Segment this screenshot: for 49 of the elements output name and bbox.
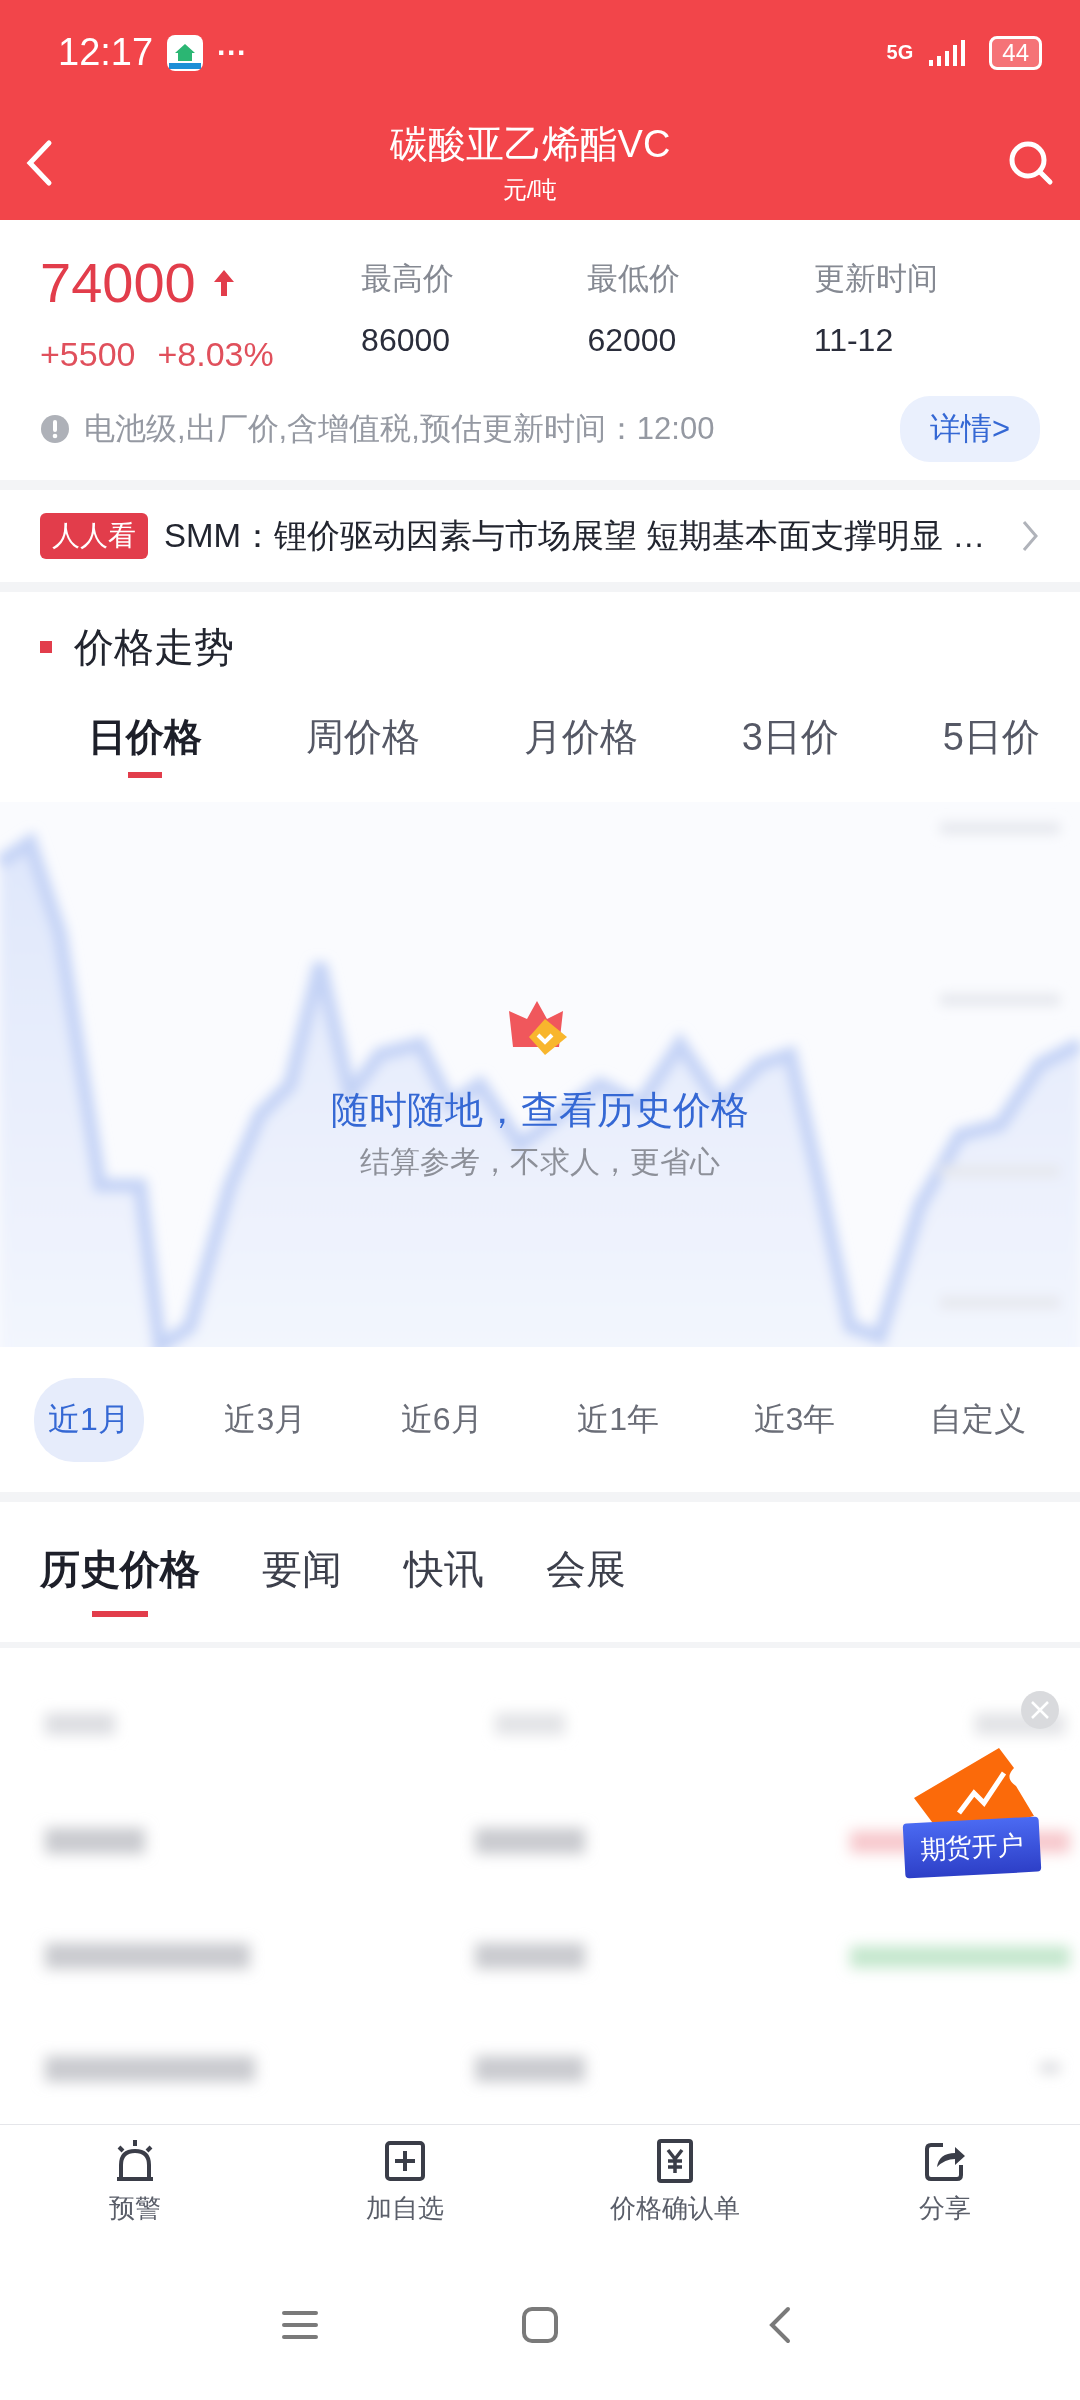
- details-button[interactable]: 详情>: [899, 396, 1040, 462]
- range-chip[interactable]: 近6月: [386, 1377, 497, 1462]
- section-title: 价格走势: [74, 623, 234, 671]
- current-price: 74000: [40, 250, 196, 315]
- section-marker: [40, 641, 52, 653]
- range-chip[interactable]: 自定义: [915, 1377, 1040, 1462]
- futures-account-ad[interactable]: 期货开户: [902, 1816, 1042, 1879]
- more-indicator: ···: [217, 35, 248, 70]
- content-tab[interactable]: 快讯: [404, 1527, 484, 1617]
- back-icon[interactable]: [24, 137, 54, 188]
- battery-indicator: 44: [989, 35, 1042, 70]
- home-icon[interactable]: [520, 2305, 560, 2345]
- content-tab[interactable]: 要闻: [262, 1527, 342, 1617]
- news-headline[interactable]: SMM：锂价驱动因素与市场展望 短期基本面支撑明显 …: [164, 513, 1004, 559]
- status-time: 12:17: [58, 31, 154, 74]
- price-change: +5500: [40, 335, 136, 374]
- news-tag: 人人看: [40, 513, 148, 559]
- range-chip[interactable]: 近3年: [739, 1377, 850, 1462]
- nav-item[interactable]: 预警: [20, 2125, 250, 2250]
- percent-change: +8.03%: [157, 335, 274, 374]
- stat-label: 更新时间: [813, 260, 939, 298]
- nav-item[interactable]: 价格确认单: [560, 2125, 790, 2250]
- info-icon: [40, 414, 70, 444]
- unit-label: 元/吨: [502, 175, 558, 205]
- period-tab[interactable]: 3日价: [741, 702, 839, 778]
- range-chip[interactable]: 近3月: [210, 1377, 321, 1462]
- promo-title: 随时随地，查看历史价格: [331, 1088, 749, 1133]
- stat-value: 11-12: [813, 322, 895, 359]
- signal-icon: [927, 37, 968, 68]
- period-tab[interactable]: 日价格: [88, 702, 202, 778]
- period-tab[interactable]: 5日价: [942, 702, 1040, 778]
- range-chip[interactable]: 近1月: [34, 1377, 144, 1462]
- network-label: 5G: [886, 41, 914, 64]
- stat-label: 最高价: [361, 260, 456, 298]
- nav-item[interactable]: 分享: [830, 2125, 1060, 2250]
- content-tab[interactable]: 会展: [546, 1527, 626, 1617]
- period-tab[interactable]: 周价格: [305, 702, 420, 778]
- stat-value: 86000: [361, 322, 452, 359]
- page-title: 碳酸亚乙烯酯VC: [389, 122, 671, 167]
- promo-subtitle: 结算参考，不求人，更省心: [360, 1144, 720, 1180]
- nav-item[interactable]: 加自选: [290, 2125, 520, 2250]
- stat-label: 最低价: [587, 260, 682, 298]
- notice-text: 电池级,出厂价,含增值税,预估更新时间：12:00: [84, 410, 716, 448]
- chevron-right-icon: [1020, 518, 1040, 554]
- stat-value: 62000: [587, 322, 678, 359]
- period-tab[interactable]: 月价格: [523, 702, 638, 778]
- range-chip[interactable]: 近1年: [563, 1377, 673, 1462]
- home-app-icon: [167, 34, 204, 71]
- content-tab[interactable]: 历史价格: [40, 1527, 200, 1617]
